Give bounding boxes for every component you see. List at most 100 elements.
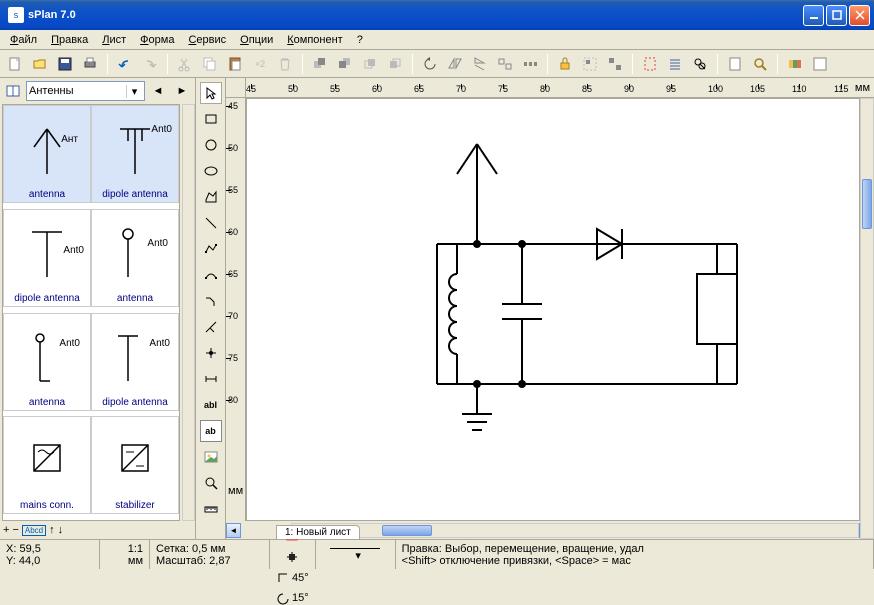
menu-edit[interactable]: Правка xyxy=(45,33,94,47)
add-comp-icon[interactable]: + xyxy=(3,524,9,536)
status-hint-2: <Shift> отключение привязки, <Space> = м… xyxy=(402,555,867,567)
rename-comp-icon[interactable]: Abcd xyxy=(22,525,46,536)
component-library: Антенны ▾ ◄ ► Ант antenna Ant0 dipole an… xyxy=(0,78,196,539)
pointer-tool-icon[interactable] xyxy=(200,82,222,104)
nav-left-icon[interactable]: ◄ xyxy=(147,80,169,102)
dimension-tool-icon[interactable] xyxy=(200,368,222,390)
scale-label: Масштаб: 2,87 xyxy=(156,555,263,567)
drawing-canvas[interactable] xyxy=(246,98,860,521)
menu-form[interactable]: Форма xyxy=(134,33,180,47)
menu-service[interactable]: Сервис xyxy=(182,33,232,47)
grid-label: Сетка: 0,5 мм xyxy=(156,543,263,555)
status-hint-1: Правка: Выбор, перемещение, вращение, уд… xyxy=(402,543,867,555)
category-value: Антенны xyxy=(29,85,126,97)
remove-comp-icon[interactable]: − xyxy=(12,524,18,536)
rotate-left-icon[interactable] xyxy=(419,53,441,75)
polygon-tool-icon[interactable] xyxy=(200,186,222,208)
image-tool-icon[interactable] xyxy=(200,446,222,468)
align-icon[interactable] xyxy=(494,53,516,75)
coord-x: X: 59,5 xyxy=(6,543,93,555)
component-item[interactable]: Ant0 dipole antenna xyxy=(3,209,91,307)
text-label-icon[interactable]: abI xyxy=(200,394,222,416)
bezier-tool-icon[interactable] xyxy=(200,316,222,338)
drawing-toolbox: abI ab xyxy=(196,78,226,539)
app-icon: s xyxy=(8,7,24,23)
ungroup-icon[interactable] xyxy=(604,53,626,75)
node-tool-icon[interactable] xyxy=(200,342,222,364)
send-backward-icon[interactable] xyxy=(384,53,406,75)
zoom-icon[interactable] xyxy=(749,53,771,75)
component-item[interactable]: Ant0 dipole antenna xyxy=(91,105,179,203)
bring-front-icon[interactable] xyxy=(309,53,331,75)
component-item[interactable]: Ant0 antenna xyxy=(3,313,91,411)
unit-label: мм xyxy=(106,555,143,567)
menu-component[interactable]: Компонент xyxy=(281,33,348,47)
palette-icon[interactable] xyxy=(784,53,806,75)
text-box-icon[interactable]: ab xyxy=(200,420,222,442)
polyline-tool-icon[interactable] xyxy=(200,238,222,260)
minimize-button[interactable] xyxy=(803,5,824,26)
nav-right-icon[interactable]: ► xyxy=(171,80,193,102)
menu-options[interactable]: Опции xyxy=(234,33,279,47)
send-back-icon[interactable] xyxy=(334,53,356,75)
undo-icon[interactable] xyxy=(114,53,136,75)
rect-tool-icon[interactable] xyxy=(200,108,222,130)
menu-help[interactable]: ? xyxy=(351,33,369,47)
angle-snap-1: 45° xyxy=(292,572,309,584)
menu-sheet[interactable]: Лист xyxy=(96,33,132,47)
library-scrollbar[interactable] xyxy=(182,104,195,521)
settings-icon[interactable] xyxy=(639,53,661,75)
zoom-tool-icon[interactable] xyxy=(200,472,222,494)
cut-icon[interactable] xyxy=(174,53,196,75)
menu-file[interactable]: Файл xyxy=(4,33,43,47)
duplicate-icon[interactable]: ×2 xyxy=(249,53,271,75)
circle-tool-icon[interactable] xyxy=(200,134,222,156)
delete-icon[interactable] xyxy=(274,53,296,75)
angle-snap-2: 15° xyxy=(292,592,309,604)
sheet-tab[interactable]: 1: Новый лист xyxy=(276,525,360,539)
vertical-scrollbar[interactable] xyxy=(860,98,874,539)
lock-icon[interactable] xyxy=(554,53,576,75)
paste-icon[interactable] xyxy=(224,53,246,75)
category-select[interactable]: Антенны ▾ xyxy=(26,81,145,101)
component-item[interactable]: stabilizer xyxy=(91,416,179,514)
group-icon[interactable] xyxy=(579,53,601,75)
page-icon[interactable] xyxy=(724,53,746,75)
curve-tool-icon[interactable] xyxy=(200,264,222,286)
ellipse-tool-icon[interactable] xyxy=(200,160,222,182)
origin-icon[interactable] xyxy=(281,549,303,565)
line-tool-icon[interactable] xyxy=(200,212,222,234)
component-item[interactable]: Ant0 dipole antenna xyxy=(91,313,179,411)
arc-tool-icon[interactable] xyxy=(200,290,222,312)
open-file-icon[interactable] xyxy=(29,53,51,75)
scroll-left-icon[interactable]: ◄ xyxy=(226,523,241,538)
schematic-drawing xyxy=(407,134,767,454)
component-item[interactable]: mains conn. xyxy=(3,416,91,514)
main-toolbar: ×2 xyxy=(0,50,874,78)
save-icon[interactable] xyxy=(54,53,76,75)
move-up-icon[interactable]: ↑ xyxy=(49,524,55,536)
horizontal-ruler: мм 4550556065707580859095100105110115 xyxy=(246,78,874,97)
component-item[interactable]: Ant0 antenna xyxy=(91,209,179,307)
distribute-icon[interactable] xyxy=(519,53,541,75)
measure-tool-icon[interactable] xyxy=(200,498,222,520)
list-icon[interactable] xyxy=(664,53,686,75)
new-file-icon[interactable] xyxy=(4,53,26,75)
redo-icon[interactable] xyxy=(139,53,161,75)
maximize-button[interactable] xyxy=(826,5,847,26)
flip-h-icon[interactable] xyxy=(444,53,466,75)
horizontal-scrollbar[interactable] xyxy=(291,523,859,538)
search-icon[interactable] xyxy=(689,53,711,75)
bring-forward-icon[interactable] xyxy=(359,53,381,75)
menubar: Файл Правка Лист Форма Сервис Опции Комп… xyxy=(0,30,874,50)
window-title: sPlan 7.0 xyxy=(28,9,803,21)
blank-tool-icon[interactable] xyxy=(809,53,831,75)
print-icon[interactable] xyxy=(79,53,101,75)
titlebar: s sPlan 7.0 xyxy=(0,0,874,30)
close-button[interactable] xyxy=(849,5,870,26)
copy-icon[interactable] xyxy=(199,53,221,75)
library-book-icon[interactable] xyxy=(2,80,24,102)
component-item[interactable]: Ант antenna xyxy=(3,105,91,203)
move-down-icon[interactable]: ↓ xyxy=(58,524,64,536)
flip-v-icon[interactable] xyxy=(469,53,491,75)
